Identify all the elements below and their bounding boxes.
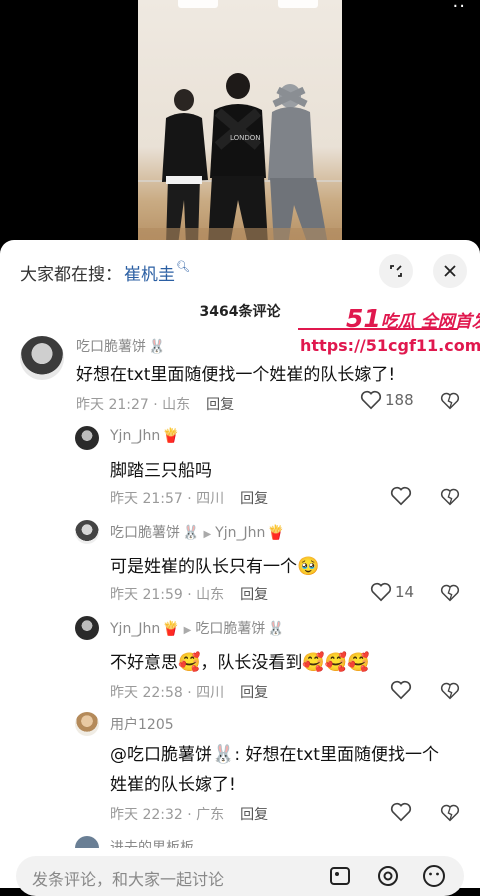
reply-button[interactable]: 回复 bbox=[240, 491, 268, 507]
video-frame: LONDON bbox=[138, 0, 342, 245]
close-icon bbox=[444, 265, 456, 277]
avatar[interactable] bbox=[75, 426, 99, 450]
comment-username[interactable]: 吃口脆薯饼 🐰 ▶ Yjn_Jhn 🍟 bbox=[110, 522, 285, 542]
comment-time: 昨天 22:32 · 广东 bbox=[110, 807, 225, 823]
emoji: 🥰🥰🥰 bbox=[302, 652, 370, 673]
heart-icon bbox=[390, 680, 412, 700]
reply-to-user[interactable]: Yjn_Jhn bbox=[215, 525, 265, 541]
user-badge: 🍟 bbox=[267, 525, 285, 541]
reply-arrow-icon: ▶ bbox=[183, 625, 192, 636]
emoji: 🥹 bbox=[297, 556, 320, 577]
heart-icon bbox=[390, 802, 412, 822]
comment-username[interactable]: Yjn_Jhn 🍟 ▶ 吃口脆薯饼 🐰 bbox=[110, 618, 285, 638]
minimize-button[interactable] bbox=[379, 254, 413, 288]
heart-icon bbox=[370, 582, 392, 602]
reply-to-user[interactable]: 吃口脆薯饼 bbox=[195, 621, 265, 637]
comment-text: @吃口脆薯饼🐰: 好想在txt里面随便找一个 bbox=[110, 744, 439, 765]
heart-icon bbox=[360, 390, 382, 410]
like-button[interactable]: 14 bbox=[370, 582, 414, 602]
comment-text: 好想在txt里面随便找一个姓崔的队长嫁了! bbox=[76, 365, 396, 385]
comment-time: 昨天 21:57 · 四川 bbox=[110, 491, 225, 507]
comment-meta: 昨天 21:27 · 山东 回复 bbox=[76, 394, 234, 414]
comment-username[interactable]: 进去的男板板 bbox=[110, 837, 194, 848]
more-dots-icon[interactable]: ·· bbox=[453, 0, 466, 17]
reply-button[interactable]: 回复 bbox=[206, 397, 234, 413]
avatar[interactable] bbox=[75, 836, 99, 848]
watermark: 51吃瓜 全网首发 https://51cgf11.com bbox=[298, 304, 480, 360]
dislike-heart-icon[interactable] bbox=[440, 488, 460, 506]
search-suggestion[interactable]: 大家都在搜： 崔杋圭🔍︎ bbox=[20, 260, 190, 285]
search-suggestion-term[interactable]: 崔杋圭 bbox=[124, 265, 175, 285]
avatar[interactable] bbox=[75, 712, 99, 736]
search-suggestion-prefix: 大家都在搜： bbox=[20, 265, 122, 285]
user-badge: 🍟 bbox=[162, 621, 180, 637]
watermark-url: https://51cgf11.com bbox=[300, 336, 480, 355]
comment-meta: 昨天 21:57 · 四川 回复 bbox=[110, 488, 268, 508]
mention[interactable]: @吃口脆薯饼 bbox=[110, 745, 212, 765]
comment-time: 昨天 21:59 · 山东 bbox=[110, 587, 225, 603]
user-badge: 🍟 bbox=[162, 428, 180, 444]
comment-input[interactable]: 发条评论，和大家一起讨论 bbox=[16, 856, 464, 896]
comment-username[interactable]: Yjn_Jhn 🍟 bbox=[110, 428, 180, 444]
like-button[interactable] bbox=[390, 802, 412, 822]
comment-text: 不好意思🥰，队长没看到🥰🥰🥰 bbox=[110, 652, 370, 673]
like-button[interactable] bbox=[390, 680, 412, 700]
comment-text: 脚踏三只船吗 bbox=[110, 461, 212, 481]
video-player[interactable]: LONDON ·· bbox=[0, 0, 480, 245]
comment-input-placeholder: 发条评论，和大家一起讨论 bbox=[32, 870, 225, 889]
reply-item-partial: 进去的男板板 bbox=[0, 834, 480, 848]
dancers-image: LONDON bbox=[138, 73, 342, 245]
close-button[interactable] bbox=[433, 254, 467, 288]
comment-text: 可是姓崔的队长只有一个🥹 bbox=[110, 556, 320, 577]
svg-text:LONDON: LONDON bbox=[230, 134, 261, 142]
user-badge: 🐰 bbox=[148, 339, 166, 355]
avatar[interactable] bbox=[75, 520, 99, 544]
emoji: 🥰 bbox=[178, 652, 201, 673]
user-badge: 🐰 bbox=[267, 621, 285, 637]
comment-time: 昨天 22:58 · 四川 bbox=[110, 685, 225, 701]
avatar[interactable] bbox=[75, 616, 99, 640]
minimize-icon bbox=[390, 265, 402, 277]
reply-button[interactable]: 回复 bbox=[240, 685, 268, 701]
comment-input-bar: 发条评论，和大家一起讨论 bbox=[0, 848, 480, 896]
like-button[interactable] bbox=[390, 486, 412, 506]
at-icon[interactable] bbox=[376, 864, 400, 888]
emoji-icon[interactable] bbox=[422, 864, 446, 888]
user-badge: 🐰 bbox=[182, 525, 200, 541]
comment-username[interactable]: 吃口脆薯饼 🐰 bbox=[76, 336, 165, 356]
comment-sheet: 大家都在搜： 崔杋圭🔍︎ 3464条评论 51吃瓜 全网首发 https://51… bbox=[0, 240, 480, 880]
comment-time: 昨天 21:27 · 山东 bbox=[76, 397, 191, 413]
dislike-heart-icon[interactable] bbox=[440, 682, 460, 700]
like-count: 188 bbox=[385, 391, 414, 409]
comment-meta: 昨天 22:32 · 广东 回复 bbox=[110, 804, 268, 824]
image-icon[interactable] bbox=[328, 864, 352, 888]
like-count: 14 bbox=[395, 583, 415, 601]
user-badge: 🐰 bbox=[212, 744, 235, 765]
like-button[interactable]: 188 bbox=[360, 390, 414, 410]
comment-meta: 昨天 21:59 · 山东 回复 bbox=[110, 584, 268, 604]
reply-button[interactable]: 回复 bbox=[240, 807, 268, 823]
dislike-heart-icon[interactable] bbox=[440, 804, 460, 822]
comment-meta: 昨天 22:58 · 四川 回复 bbox=[110, 682, 268, 702]
reply-arrow-icon: ▶ bbox=[203, 529, 212, 540]
dislike-heart-icon[interactable] bbox=[440, 392, 460, 410]
search-icon: 🔍︎ bbox=[176, 260, 190, 273]
comment-text-line2: 姓崔的队长嫁了! bbox=[110, 775, 236, 795]
comment-username[interactable]: 用户1205 bbox=[110, 714, 174, 734]
reply-button[interactable]: 回复 bbox=[240, 587, 268, 603]
dislike-heart-icon[interactable] bbox=[440, 584, 460, 602]
avatar[interactable] bbox=[20, 336, 64, 380]
heart-icon bbox=[390, 486, 412, 506]
